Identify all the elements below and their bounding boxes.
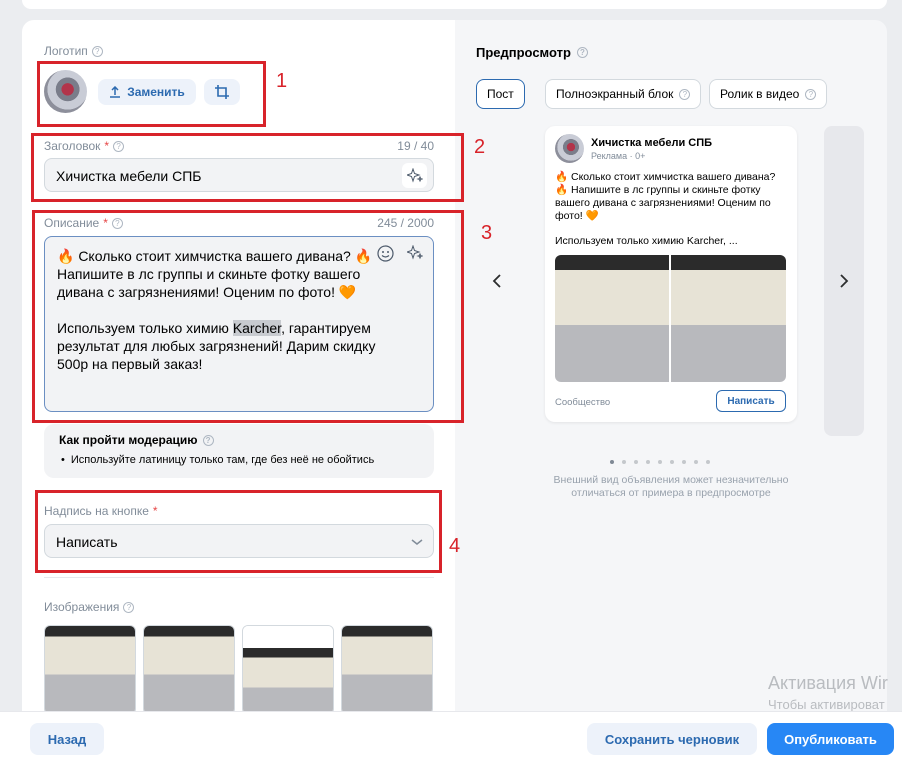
help-icon[interactable]: ?: [576, 47, 588, 58]
help-icon[interactable]: ?: [679, 88, 691, 100]
post-cta-button[interactable]: Написать: [716, 390, 786, 412]
image-thumbnail[interactable]: [44, 625, 136, 715]
carousel-dot[interactable]: [610, 460, 614, 464]
preview-post-card: Хичистка мебели СПБ Реклама · 0+ 🔥 Сколь…: [545, 126, 797, 422]
back-button[interactable]: Назад: [30, 723, 104, 755]
carousel-dot[interactable]: [646, 460, 650, 464]
moderation-title: Как пройти модерацию?: [59, 433, 214, 447]
preview-title: Предпросмотр?: [476, 45, 588, 60]
carousel-dots: [606, 452, 714, 467]
moderation-tip-item: • Используйте латиницу только там, где бе…: [61, 454, 375, 466]
image-thumbnail[interactable]: [341, 625, 433, 715]
activation-watermark-sub: Чтобы активироват: [768, 697, 885, 712]
annotation-box: [31, 133, 464, 202]
annotation-number: 2: [474, 136, 486, 158]
image-thumbnail[interactable]: [143, 625, 235, 715]
annotation-box: [32, 210, 464, 423]
carousel-dot[interactable]: [634, 460, 638, 464]
top-panel-edge: [22, 0, 887, 9]
carousel-dot[interactable]: [658, 460, 662, 464]
carousel-dot[interactable]: [670, 460, 674, 464]
help-icon[interactable]: ?: [202, 434, 214, 446]
carousel-dot[interactable]: [694, 460, 698, 464]
activation-watermark: Активация Wir: [768, 673, 888, 693]
post-footer-label: Сообщество: [555, 397, 611, 408]
annotation-number: 4: [449, 535, 461, 557]
image-thumbnail[interactable]: [242, 625, 334, 715]
help-icon[interactable]: ?: [91, 45, 103, 57]
annotation-box: [35, 490, 442, 573]
images-label: Изображения?: [44, 600, 135, 614]
carousel-dot[interactable]: [622, 460, 626, 464]
post-author: Хичистка мебели СПБ: [591, 137, 713, 149]
chevron-right-icon[interactable]: [833, 266, 855, 296]
divider: [44, 577, 434, 578]
help-icon[interactable]: ?: [805, 88, 817, 100]
chevron-left-icon[interactable]: [486, 266, 508, 296]
carousel-dot[interactable]: [706, 460, 710, 464]
save-draft-button[interactable]: Сохранить черновик: [587, 723, 757, 755]
annotation-number: 3: [481, 222, 493, 244]
tab-fullscreen-block[interactable]: Полноэкранный блок?: [545, 79, 702, 109]
carousel-dot[interactable]: [682, 460, 686, 464]
post-text: 🔥 Сколько стоит химчистка вашего дивана?…: [555, 171, 776, 222]
tab-post[interactable]: Пост: [476, 79, 525, 109]
post-avatar: [555, 134, 584, 163]
post-meta: Реклама · 0+: [591, 151, 646, 161]
post-text-more: Используем только химию Karcher, ...: [555, 235, 738, 247]
preview-note: Внешний вид объявления может незначитель…: [553, 474, 789, 499]
post-image: [671, 255, 786, 382]
help-icon[interactable]: ?: [123, 601, 135, 613]
logo-label: Логотип?: [44, 44, 103, 58]
annotation-box: [37, 61, 266, 127]
post-image: [555, 255, 669, 382]
moderation-tip: Как пройти модерацию? • Используйте латин…: [44, 424, 434, 478]
tab-video-clip[interactable]: Ролик в видео?: [709, 79, 828, 109]
annotation-number: 1: [276, 70, 288, 92]
publish-button[interactable]: Опубликовать: [767, 723, 894, 755]
